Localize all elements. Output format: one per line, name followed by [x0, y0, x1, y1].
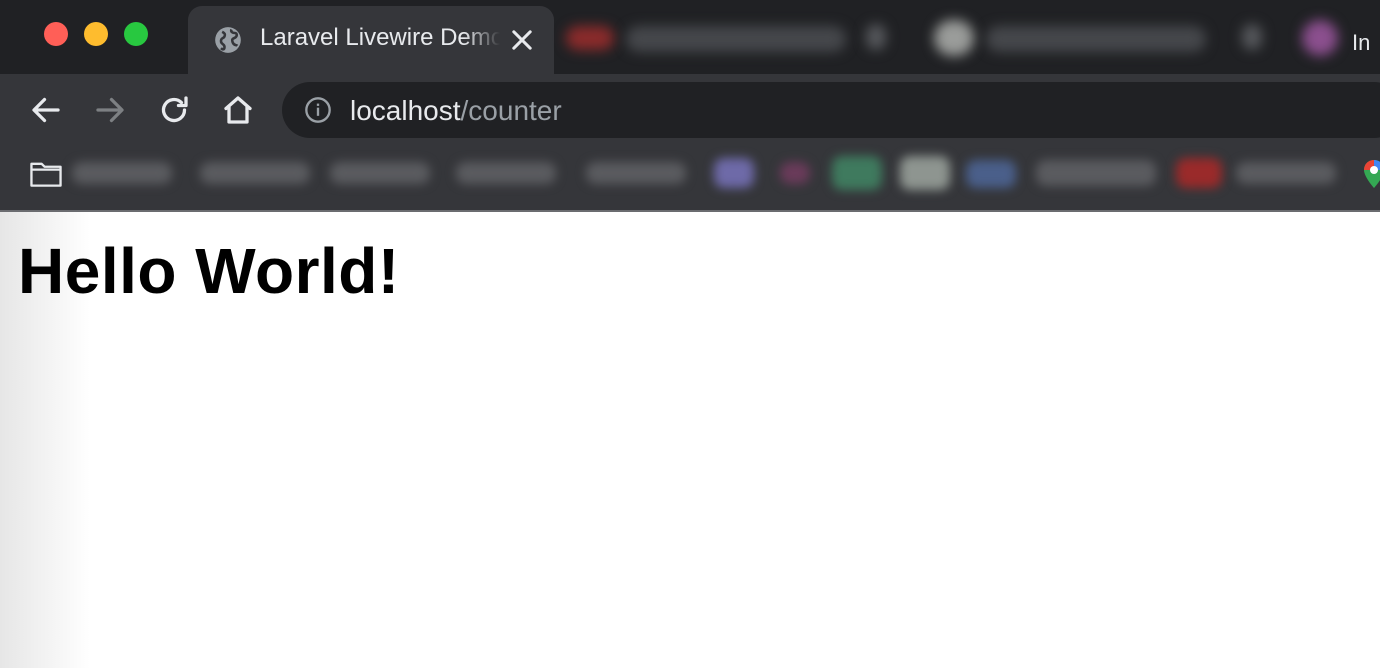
bookmark-item-blurred[interactable] [1176, 158, 1222, 188]
partial-tab-label: In [1352, 30, 1371, 55]
window-zoom-button[interactable] [124, 22, 148, 46]
bookmark-item-blurred[interactable] [832, 156, 882, 190]
address-bar[interactable]: localhost/counter [282, 82, 1380, 138]
forward-arrow-icon[interactable] [92, 92, 128, 128]
bookmark-item-blurred[interactable] [72, 162, 172, 184]
bookmark-item-blurred[interactable] [1036, 160, 1156, 186]
back-arrow-icon[interactable] [28, 92, 64, 128]
url-host: localhost [350, 95, 461, 126]
bookmark-item-blurred[interactable] [586, 162, 686, 184]
reload-icon[interactable] [156, 92, 192, 128]
bookmark-item-blurred[interactable] [456, 162, 556, 184]
url-text[interactable]: localhost/counter [350, 95, 562, 127]
browser-toolbar: localhost/counter [0, 74, 1380, 148]
bookmark-item-blurred[interactable] [966, 160, 1016, 188]
bookmark-item-blurred[interactable] [1236, 162, 1336, 184]
page-content: Hello World! [0, 212, 1380, 668]
bookmark-item-blurred[interactable] [330, 162, 430, 184]
bookmark-item-blurred[interactable] [200, 162, 310, 184]
window-minimize-button[interactable] [84, 22, 108, 46]
tab-title: Laravel Livewire Demo [260, 24, 500, 51]
browser-titlebar: Laravel Livewire Demo In [0, 0, 1380, 74]
bookmarks-bar [0, 148, 1380, 212]
close-icon[interactable] [508, 26, 536, 54]
home-icon[interactable] [220, 92, 256, 128]
bookmark-item-blurred[interactable] [900, 156, 950, 190]
inactive-tabs-blurred [566, 10, 1380, 66]
page-heading: Hello World! [18, 235, 400, 307]
window-close-button[interactable] [44, 22, 68, 46]
bookmark-item-blurred[interactable] [714, 158, 754, 188]
bookmark-item-blurred[interactable] [780, 162, 810, 184]
globe-icon [215, 27, 241, 53]
info-icon[interactable] [304, 96, 332, 124]
url-path: /counter [460, 95, 562, 126]
folder-icon[interactable] [28, 158, 64, 190]
google-maps-icon[interactable] [1362, 158, 1380, 190]
tab-laravel-livewire-demo[interactable]: Laravel Livewire Demo [188, 6, 554, 74]
